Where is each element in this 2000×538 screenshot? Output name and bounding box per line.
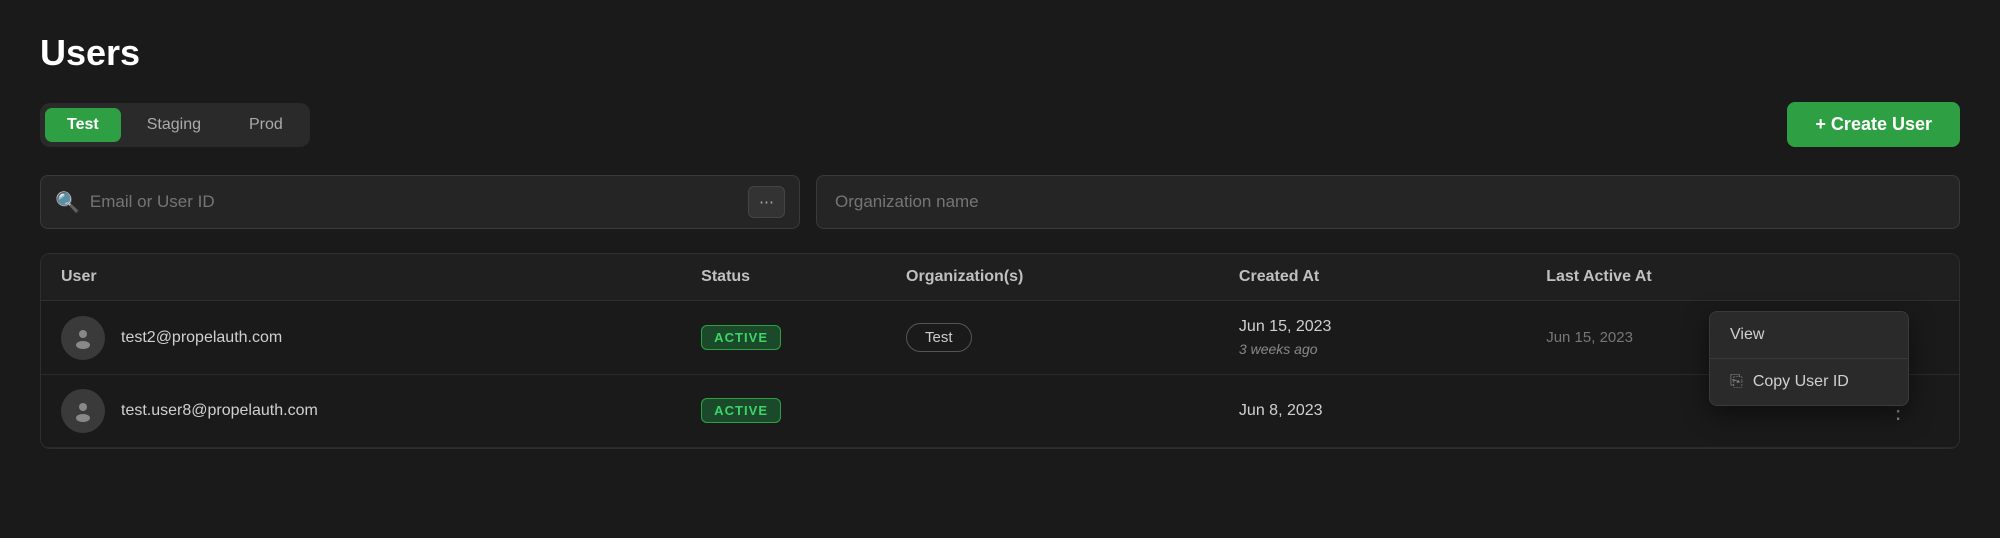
page-title: Users	[40, 32, 1960, 74]
status-cell-1: ACTIVE	[681, 301, 886, 375]
avatar-1	[61, 316, 105, 360]
env-tab-test[interactable]: Test	[45, 108, 121, 142]
date-cell-2: Jun 8, 2023	[1239, 399, 1506, 423]
col-header-last-active-at: Last Active At	[1526, 254, 1859, 301]
created-date-2: Jun 8, 2023	[1239, 399, 1506, 423]
created-date-1: Jun 15, 2023	[1239, 315, 1506, 339]
context-menu-item-copy-user-id[interactable]: ⎘ Copy User ID	[1710, 359, 1908, 405]
col-header-user: User	[41, 254, 681, 301]
col-header-organizations: Organization(s)	[886, 254, 1219, 301]
top-bar: Test Staging Prod + Create User	[40, 102, 1960, 147]
user-email-1: test2@propelauth.com	[121, 329, 282, 347]
users-table-container: User Status Organization(s) Created At L…	[40, 253, 1960, 449]
context-menu-container-1: ⋮ View ⎘ Copy User ID	[1879, 321, 1939, 355]
user-cell-2: test.user8@propelauth.com	[41, 375, 681, 448]
table-header-row: User Status Organization(s) Created At L…	[41, 254, 1959, 301]
create-user-button[interactable]: + Create User	[1787, 102, 1960, 147]
filter-button[interactable]: ⋯	[748, 186, 785, 218]
avatar-2	[61, 389, 105, 433]
user-email-2: test.user8@propelauth.com	[121, 402, 318, 420]
search-icon: 🔍	[55, 190, 80, 215]
status-badge-2: ACTIVE	[701, 398, 781, 423]
org-cell-2	[886, 375, 1219, 448]
col-header-created-at: Created At	[1219, 254, 1526, 301]
user-cell-content-1: test2@propelauth.com	[61, 316, 661, 360]
user-cell-1: test2@propelauth.com	[41, 301, 681, 375]
org-search-input[interactable]	[835, 192, 1941, 212]
col-header-status: Status	[681, 254, 886, 301]
created-cell-1: Jun 15, 2023 3 weeks ago	[1219, 301, 1526, 375]
col-header-actions	[1859, 254, 1959, 301]
env-tabs: Test Staging Prod	[40, 103, 310, 147]
email-search-input[interactable]	[90, 192, 738, 212]
filter-icon: ⋯	[759, 193, 774, 211]
search-row: 🔍 ⋯	[40, 175, 1960, 229]
org-cell-1: Test	[886, 301, 1219, 375]
table-row: test.user8@propelauth.com ACTIVE Jun 8, …	[41, 375, 1959, 448]
context-menu-item-view[interactable]: View	[1710, 312, 1908, 358]
env-tab-staging[interactable]: Staging	[125, 108, 223, 142]
created-relative-1: 3 weeks ago	[1239, 339, 1506, 360]
users-table: User Status Organization(s) Created At L…	[41, 254, 1959, 448]
date-cell-1: Jun 15, 2023 3 weeks ago	[1239, 315, 1506, 360]
created-cell-2: Jun 8, 2023	[1219, 375, 1526, 448]
actions-cell-1: ⋮ View ⎘ Copy User ID	[1859, 301, 1959, 375]
status-badge-1: ACTIVE	[701, 325, 781, 350]
table-row: test2@propelauth.com ACTIVE Test Jun 15,…	[41, 301, 1959, 375]
env-tab-prod[interactable]: Prod	[227, 108, 305, 142]
org-search-box	[816, 175, 1960, 229]
org-badge-1: Test	[906, 323, 972, 352]
copy-icon: ⎘	[1730, 373, 1743, 391]
user-cell-content-2: test.user8@propelauth.com	[61, 389, 661, 433]
context-menu-1: View ⎘ Copy User ID	[1709, 311, 1909, 406]
email-search-box: 🔍 ⋯	[40, 175, 800, 229]
copy-user-id-label: Copy User ID	[1753, 373, 1849, 391]
status-cell-2: ACTIVE	[681, 375, 886, 448]
